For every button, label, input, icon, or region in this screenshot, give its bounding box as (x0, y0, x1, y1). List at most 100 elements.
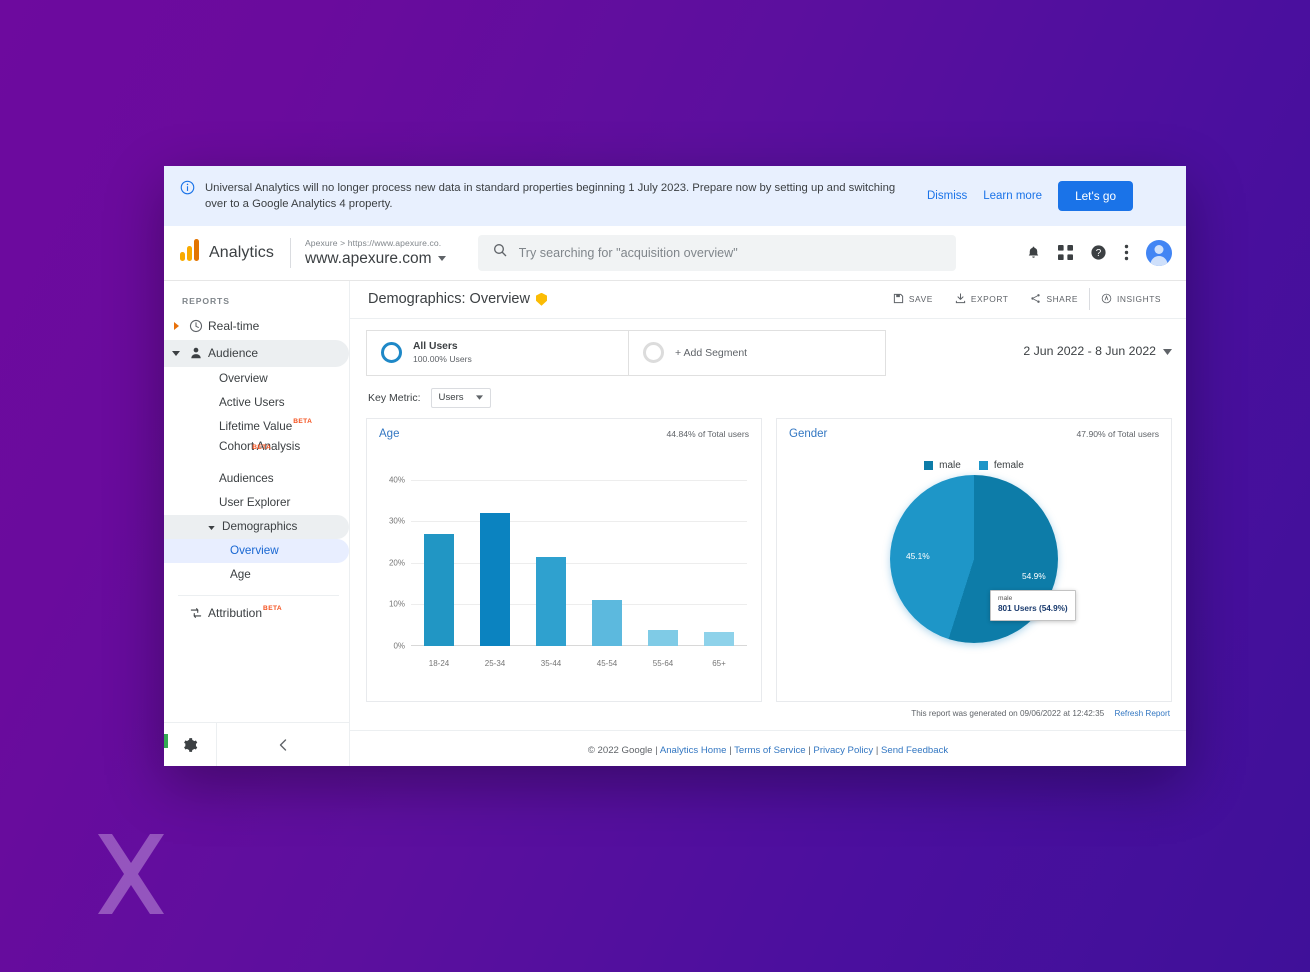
lets-go-button[interactable]: Let's go (1058, 181, 1134, 211)
key-metric-select[interactable]: Users (430, 387, 491, 408)
sidebar-item-demographics[interactable]: Demographics (164, 514, 349, 539)
bar-column[interactable] (411, 480, 467, 646)
add-segment-button[interactable]: + Add Segment (628, 329, 886, 376)
footer-sep: | (729, 744, 732, 756)
x-axis-labels: 18-24 25-34 35-44 45-54 55-64 65+ (411, 659, 747, 668)
share-button[interactable]: SHARE (1019, 288, 1089, 310)
gear-icon[interactable] (164, 737, 216, 753)
segment-subtitle: 100.00% Users (413, 353, 472, 364)
age-card-header: Age 44.84% of Total users (367, 419, 761, 440)
export-icon (955, 293, 966, 306)
pie-legend: male female (777, 440, 1171, 471)
beta-badge: BETA (263, 604, 283, 612)
sidebar-item-cohort-analysis[interactable]: Cohort Analysis BETA (164, 439, 349, 467)
collapse-sidebar-button[interactable] (216, 723, 349, 766)
gender-card-header: Gender 47.90% of Total users (777, 419, 1171, 440)
footer-link-feedback[interactable]: Send Feedback (881, 745, 948, 756)
sidebar-item-label: Active Users (219, 396, 285, 410)
age-card-title[interactable]: Age (379, 428, 399, 440)
notice-actions: Dismiss Learn more Let's go (927, 179, 1134, 211)
bar[interactable] (592, 599, 622, 646)
footer-link-analytics-home[interactable]: Analytics Home (660, 745, 727, 756)
topbar-icons: ? (1026, 239, 1172, 266)
legend-item-female[interactable]: female (978, 460, 1024, 471)
sidebar-item-attribution[interactable]: Attribution BETA (164, 600, 349, 627)
bar[interactable] (424, 533, 454, 646)
property-selector[interactable]: Apexure > https://www.apexure.co. www.ap… (304, 237, 446, 268)
pie-holder: 45.1% 54.9% male 801 Users (54.9%) (777, 474, 1171, 653)
bar-column[interactable] (691, 480, 747, 646)
legend-item-male[interactable]: male (924, 460, 961, 471)
bar[interactable] (536, 557, 566, 646)
bar-column[interactable] (635, 480, 691, 646)
chevron-down-icon (208, 520, 215, 533)
gender-card-subtitle: 47.90% of Total users (1076, 428, 1160, 439)
legend-swatch (978, 460, 988, 470)
x-tick-label: 25-34 (484, 658, 506, 668)
bar[interactable] (704, 632, 734, 646)
bar-series (411, 480, 747, 646)
help-icon[interactable]: ? (1090, 244, 1107, 261)
report-meta: This report was generated on 09/06/2022 … (350, 702, 1186, 718)
pie-label-male: 54.9% (1022, 570, 1046, 581)
bar-column[interactable] (579, 480, 635, 646)
y-tick: 40% (388, 475, 405, 485)
sidebar-item-audiences[interactable]: Audiences (164, 467, 349, 491)
x-tick-label: 18-24 (428, 658, 450, 668)
key-metric-row: Key Metric: Users (350, 376, 1186, 418)
sidebar-item-user-explorer[interactable]: User Explorer (164, 491, 349, 515)
sidebar-item-real-time[interactable]: Real-time (164, 313, 349, 340)
y-tick: 0% (393, 641, 405, 651)
learn-more-link[interactable]: Learn more (983, 190, 1042, 202)
more-options-icon[interactable] (1124, 244, 1129, 261)
analytics-brand[interactable]: Analytics (180, 239, 274, 266)
gender-card-title[interactable]: Gender (789, 428, 827, 440)
sidebar-item-active-users[interactable]: Active Users (164, 391, 349, 415)
bar[interactable] (648, 630, 678, 646)
divider (289, 237, 291, 268)
property-breadcrumb: Apexure > https://www.apexure.co. (304, 237, 442, 248)
insights-label: INSIGHTS (1117, 294, 1161, 305)
bar-column[interactable] (523, 480, 579, 646)
sidebar-item-audience[interactable]: Audience (164, 339, 349, 367)
property-name-row[interactable]: www.apexure.com (305, 250, 446, 267)
bar-column[interactable] (467, 480, 523, 646)
sidebar-section-label: REPORTS (182, 295, 230, 306)
chevron-down-icon (437, 255, 446, 261)
insights-icon (1101, 293, 1112, 306)
attribution-icon (184, 606, 208, 620)
bar-plot-area: 40% 30% 20% 10% 0% (389, 475, 747, 650)
notifications-bell-icon[interactable] (1026, 244, 1041, 261)
sidebar-item-lifetime-value[interactable]: Lifetime Value BETA (164, 415, 349, 439)
search-bar[interactable] (477, 234, 956, 271)
footer-link-terms[interactable]: Terms of Service (734, 745, 805, 756)
sidebar-item-label: Overview (219, 372, 268, 386)
legend-swatch (924, 460, 934, 470)
segment-ring-icon (381, 342, 402, 364)
footer-link-privacy[interactable]: Privacy Policy (813, 745, 873, 756)
sidebar-item-demographics-overview[interactable]: Overview (164, 538, 349, 563)
refresh-report-link[interactable]: Refresh Report (1114, 709, 1170, 718)
date-range-picker[interactable]: 2 Jun 2022 - 8 Jun 2022 (1023, 330, 1172, 358)
save-button[interactable]: SAVE (882, 288, 944, 310)
tooltip-title: male (998, 594, 1013, 602)
search-input[interactable] (518, 245, 942, 260)
key-metric-value: Users (438, 392, 464, 404)
insights-button[interactable]: INSIGHTS (1089, 288, 1172, 311)
footer-sep: | (875, 744, 879, 756)
sidebar-item-label: Demographics (222, 520, 298, 534)
sidebar-item-overview[interactable]: Overview (164, 367, 349, 391)
export-button[interactable]: EXPORT (944, 288, 1020, 310)
segment-all-users[interactable]: All Users 100.00% Users (366, 329, 628, 376)
pie-tooltip: male 801 Users (54.9%) (990, 589, 1076, 621)
bar[interactable] (480, 512, 510, 646)
apps-grid-icon[interactable] (1058, 245, 1073, 261)
report-toolbar: SAVE EXPORT SHARE INSIGHTS (882, 288, 1172, 311)
share-label: SHARE (1046, 294, 1079, 305)
sidebar-item-demographics-age[interactable]: Age (164, 563, 349, 587)
app-shell: REPORTS Real-time Audience Overview Acti… (164, 280, 1186, 766)
analytics-window: Universal Analytics will no longer proce… (164, 166, 1186, 766)
avatar[interactable] (1146, 239, 1172, 266)
footer-sep: | (808, 744, 811, 756)
dismiss-link[interactable]: Dismiss (927, 190, 967, 202)
